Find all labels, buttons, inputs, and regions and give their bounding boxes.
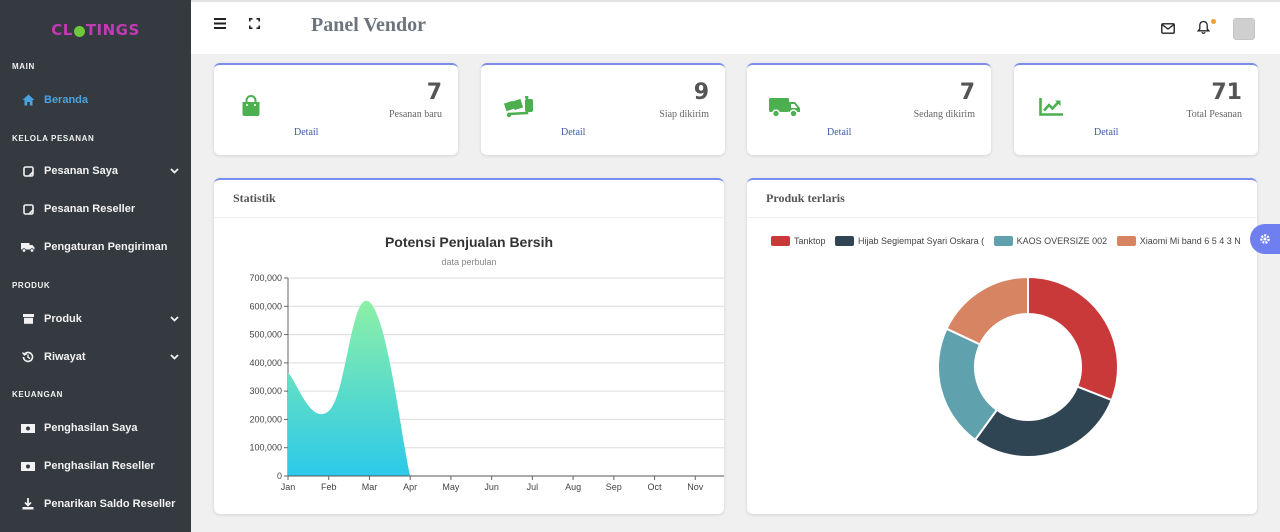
- section-main: MAIN: [12, 62, 35, 71]
- stat-label: Total Pesanan: [1186, 109, 1242, 120]
- section-produk: PRODUK: [12, 281, 51, 290]
- stat-card-total-pesanan: 71 Total Pesanan Detail: [1014, 63, 1258, 155]
- top-header: Panel Vendor: [191, 0, 1280, 54]
- x-tick-label: Oct: [648, 482, 663, 492]
- brand-logo[interactable]: CL TINGS: [0, 0, 191, 60]
- stat-label: Siap dikirim: [659, 109, 709, 120]
- sidebar-item-label: Pengaturan Pengiriman: [44, 241, 168, 253]
- detail-link[interactable]: Detail: [561, 127, 585, 138]
- section-keuangan: KEUANGAN: [12, 390, 64, 399]
- truck-icon: [20, 241, 36, 253]
- donut-slice[interactable]: [945, 275, 1029, 346]
- sidebar-item-label: Pesanan Saya: [44, 165, 118, 177]
- stat-value: 7: [959, 80, 975, 105]
- sidebar-item-beranda[interactable]: Beranda: [20, 89, 179, 111]
- sidebar-item-label: Penghasilan Reseller: [44, 460, 155, 472]
- sidebar-item-penghasilan-reseller[interactable]: Penghasilan Reseller: [20, 455, 179, 477]
- avatar[interactable]: [1233, 18, 1255, 40]
- history-icon: [20, 351, 36, 363]
- dolly-icon: [503, 95, 535, 123]
- x-tick-label: Apr: [403, 482, 417, 492]
- y-tick-label: 700,000: [249, 273, 282, 283]
- sidebar-item-label: Riwayat: [44, 351, 86, 363]
- x-tick-label: Sep: [606, 482, 622, 492]
- chevron-down-icon[interactable]: [170, 352, 179, 362]
- hamburger-menu-icon[interactable]: [214, 16, 226, 33]
- bell-icon[interactable]: [1196, 20, 1211, 39]
- y-tick-label: 600,000: [249, 301, 282, 311]
- statistik-panel: Statistik Potensi Penjualan Bersih data …: [214, 178, 724, 514]
- stat-value: 9: [693, 80, 709, 105]
- withdraw-icon: [20, 498, 36, 510]
- chart-line-icon: [1039, 98, 1063, 121]
- order-icon: [20, 165, 36, 177]
- order-icon: [20, 203, 36, 215]
- donut-chart: [937, 275, 1119, 458]
- detail-link[interactable]: Detail: [294, 127, 318, 138]
- sidebar: CL TINGS MAIN Beranda KELOLA PESANAN Pesa…: [0, 0, 191, 532]
- stat-card-siap-dikirim: 9 Siap dikirim Detail: [481, 63, 725, 155]
- x-tick-label: Jul: [527, 482, 539, 492]
- sidebar-item-label: Pesanan Reseller: [44, 203, 136, 215]
- chevron-down-icon[interactable]: [170, 314, 179, 324]
- stat-label: Sedang dikirim: [913, 109, 975, 120]
- sidebar-item-label: Beranda: [44, 94, 89, 106]
- sidebar-item-produk[interactable]: Produk: [20, 308, 179, 330]
- donut-slice[interactable]: [973, 385, 1113, 458]
- x-tick-label: Aug: [565, 482, 581, 492]
- sidebar-item-label: Produk: [44, 313, 82, 325]
- y-tick-label: 0: [277, 471, 282, 481]
- produk-terlaris-panel: Produk terlaris Tanktop Hijab Segiempat …: [747, 178, 1257, 514]
- donut-slice[interactable]: [937, 327, 999, 442]
- settings-gear-icon[interactable]: [1250, 224, 1280, 254]
- x-tick-label: Mar: [362, 482, 378, 492]
- notification-dot: [1211, 19, 1216, 24]
- area-chart: 0 100,000 200,000 300,000 400,000 500,000 600,…: [249, 273, 724, 492]
- sidebar-item-pengaturan-pengiriman[interactable]: Pengaturan Pengiriman: [20, 236, 179, 258]
- donut-slice[interactable]: [1027, 275, 1119, 402]
- fullscreen-icon[interactable]: [249, 16, 260, 33]
- y-tick-label: 400,000: [249, 358, 282, 368]
- y-tick-label: 300,000: [249, 386, 282, 396]
- home-icon: [20, 94, 36, 106]
- box-icon: [20, 313, 36, 325]
- sidebar-item-penarikan-saldo-reseller[interactable]: Penarikan Saldo Reseller: [20, 493, 179, 515]
- stat-value: 7: [426, 80, 442, 105]
- detail-link[interactable]: Detail: [1094, 127, 1118, 138]
- x-tick-label: Feb: [321, 482, 337, 492]
- section-kelola-pesanan: KELOLA PESANAN: [12, 134, 95, 143]
- stat-value: 71: [1211, 80, 1242, 105]
- y-tick-label: 500,000: [249, 330, 282, 340]
- detail-link[interactable]: Detail: [827, 127, 851, 138]
- x-tick-label: Nov: [687, 482, 704, 492]
- sidebar-item-label: Penghasilan Saya: [44, 422, 138, 434]
- sidebar-item-penghasilan-saya[interactable]: Penghasilan Saya: [20, 417, 179, 439]
- stat-card-pesanan-baru: 7 Pesanan baru Detail: [214, 63, 458, 155]
- y-tick-label: 200,000: [249, 414, 282, 424]
- mail-icon[interactable]: [1161, 21, 1175, 39]
- y-tick-label: 100,000: [249, 443, 282, 453]
- page-title: Panel Vendor: [311, 14, 427, 36]
- money-icon: [20, 422, 36, 434]
- truck-icon: [769, 97, 801, 123]
- sidebar-item-riwayat[interactable]: Riwayat: [20, 346, 179, 368]
- x-tick-label: Jun: [484, 482, 499, 492]
- area-series[interactable]: [288, 300, 411, 476]
- sidebar-item-pesanan-saya[interactable]: Pesanan Saya: [20, 160, 179, 182]
- sidebar-item-label: Penarikan Saldo Reseller: [44, 498, 176, 510]
- chevron-down-icon[interactable]: [170, 166, 179, 176]
- stat-label: Pesanan baru: [388, 109, 442, 120]
- sidebar-item-pesanan-reseller[interactable]: Pesanan Reseller: [20, 198, 179, 220]
- x-tick-label: Jan: [281, 482, 296, 492]
- x-tick-label: May: [442, 482, 460, 492]
- money-icon: [20, 460, 36, 472]
- stat-card-sedang-dikirim: 7 Sedang dikirim Detail: [747, 63, 991, 155]
- shopping-bag-icon: [240, 95, 262, 122]
